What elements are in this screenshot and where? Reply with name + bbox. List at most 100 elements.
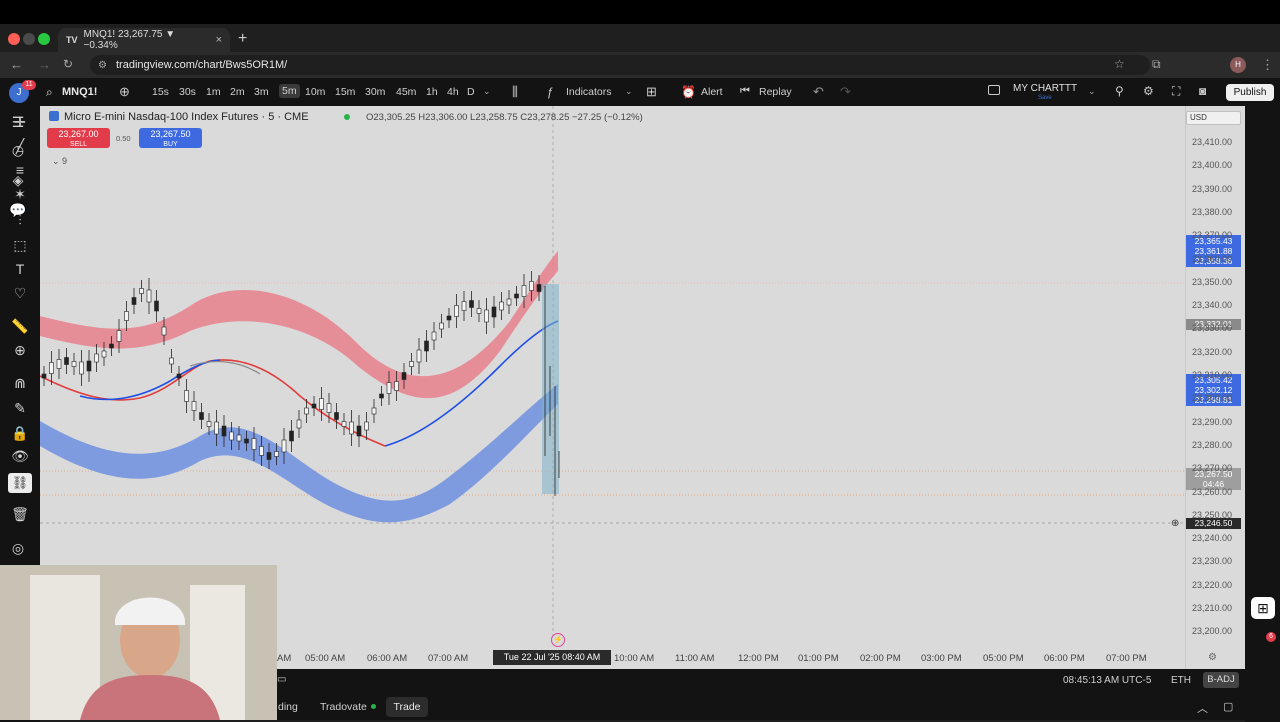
timeframe-5m[interactable]: 5m [279,84,300,98]
back-arrow-icon[interactable]: ← [10,57,23,72]
collapse-panel-icon[interactable]: ︿ [1197,700,1208,716]
timeframe-10m[interactable]: 10m [305,86,325,98]
currency-selector[interactable]: USD [1186,111,1241,125]
layout-icon[interactable] [988,85,1000,95]
close-tab-icon[interactable]: × [216,34,222,46]
profile-avatar[interactable]: H [1230,57,1246,73]
redo-icon[interactable]: ↷ [840,84,851,100]
price-axis-label: 23,210.00 [1192,603,1233,613]
price-axis-label: 23,320.00 [1192,346,1233,357]
screener-icon[interactable]: ◎ [8,540,28,558]
lower-band [40,384,558,523]
stay-drawing-icon[interactable]: ✎ [10,400,30,418]
maximize-panel-icon[interactable]: ▢ [1223,700,1233,713]
browser-tab[interactable]: TV MNQ1! 23,267.75 ▼ −0.34% × [58,28,230,52]
candle-body [364,421,369,431]
timeframe-15m[interactable]: 15m [335,86,355,98]
chat-icon[interactable]: 💬 [8,202,28,220]
sell-button[interactable]: 23,267.00 SELL [47,128,110,148]
hide-drawings-icon[interactable]: 👁 [10,448,30,466]
webcam-person-image [0,565,277,720]
indicators-button[interactable]: Indicators [566,86,612,98]
quick-search-icon[interactable]: ⚲ [1115,84,1124,98]
trash-icon[interactable]: 🗑 [10,506,30,524]
timeframe-D[interactable]: D [467,86,475,98]
magnet-tool-icon[interactable]: ⋒ [10,375,30,393]
tab-tradovate[interactable]: Tradovate [320,701,367,713]
candle-body [206,421,212,427]
add-alert-plus-icon[interactable]: ⊕ [1171,518,1179,529]
tab-trading[interactable]: ding [278,701,298,713]
layout-name[interactable]: MY CHARTTT [1013,83,1077,94]
object-tree-icon[interactable]: ◈ [8,172,28,190]
candle-body [251,438,257,450]
indicator-count[interactable]: 9 [62,156,67,166]
candle-body [386,382,392,394]
text-tool-icon[interactable]: T [10,261,30,279]
layout-grid-icon[interactable]: ⊞ [646,84,657,100]
bar-type-icon[interactable]: ⫼ [512,84,518,100]
indicators-dropdown-icon[interactable]: ⌄ [625,86,633,97]
snapshot-camera-icon[interactable]: ◙ [1199,84,1206,98]
icons-tool-icon[interactable]: ♡ [10,285,30,303]
browser-menu-icon[interactable]: ⋮ [1261,57,1274,73]
new-tab-button[interactable]: + [238,30,247,48]
address-bar[interactable]: ⚙ tradingview.com/chart/Bws5OR1M/ [90,55,1150,75]
back-adjust-toggle[interactable]: B-ADJ [1203,672,1239,688]
candle-body [506,298,512,306]
watchlist-icon[interactable]: ☰ [8,114,28,132]
time-axis-settings-icon[interactable]: ⚙ [1208,652,1217,663]
undo-icon[interactable]: ↶ [813,84,824,100]
layout-dropdown-icon[interactable]: ⌄ [1088,86,1096,97]
timeframe-2m[interactable]: 2m [230,86,245,98]
alert-button[interactable]: Alert [701,86,723,98]
timeframe-45m[interactable]: 45m [396,86,416,98]
search-icon[interactable]: ⌕ [46,85,53,100]
alerts-clock-icon[interactable]: ◷ [8,142,28,160]
sync-drawings-icon[interactable]: ⛓ [8,473,32,493]
candle-body [311,403,317,409]
economic-event-icon[interactable]: ⚡ [551,633,565,647]
candle-body [289,430,294,442]
indicator-collapse-icon[interactable]: ⌄ [52,156,60,167]
publish-button[interactable]: Publish [1226,84,1274,101]
timeframe-3m[interactable]: 3m [254,86,269,98]
buy-button[interactable]: 23,267.50 BUY [139,128,202,148]
minimize-window-button[interactable] [23,33,35,45]
reload-icon[interactable]: ↻ [63,57,73,71]
timeframe-15s[interactable]: 15s [152,86,169,98]
candle-body [266,452,272,460]
bookmark-star-icon[interactable]: ☆ [1114,57,1125,71]
replay-button[interactable]: Replay [759,86,792,98]
calendar-icon[interactable]: ▭ [277,674,286,685]
maximize-window-button[interactable] [38,33,50,45]
timeframe-1m[interactable]: 1m [206,86,221,98]
apps-grid-icon[interactable]: ⊞ [1251,597,1275,619]
timeframe-4h[interactable]: 4h [447,86,459,98]
trade-button[interactable]: Trade [386,697,428,717]
shapes-tool-icon[interactable]: ⬚ [10,237,30,255]
close-window-button[interactable] [8,33,20,45]
timeframe-30s[interactable]: 30s [179,86,196,98]
lock-drawings-icon[interactable]: 🔒 [10,425,30,443]
chart-symbol-title[interactable]: Micro E-mini Nasdaq-100 Index Futures · … [64,111,309,123]
clock-time[interactable]: 08:45:13 AM UTC-5 [1063,675,1151,686]
symbol-search[interactable]: MNQ1! [62,86,97,98]
alert-clock-icon: ⏰ [681,85,696,99]
candle-body [529,281,534,291]
forward-arrow-icon[interactable]: → [38,57,51,72]
timeframe-30m[interactable]: 30m [365,86,385,98]
extensions-icon[interactable]: ⧉ [1152,57,1161,72]
candle-body [109,343,114,349]
settings-gear-icon[interactable]: ⚙ [1143,84,1154,98]
compare-symbol-icon[interactable]: ⊕ [119,84,130,100]
site-settings-icon[interactable]: ⚙ [98,60,107,71]
ruler-tool-icon[interactable]: 📏 [10,318,30,336]
session-toggle[interactable]: ETH [1171,675,1191,686]
timeframe-1h[interactable]: 1h [426,86,438,98]
candle-body [424,340,429,352]
timeframe-dropdown-icon[interactable]: ⌄ [483,86,491,97]
fullscreen-icon[interactable]: ⛶ [1172,84,1180,99]
time-axis-label: 01:00 PM [798,653,839,664]
zoom-tool-icon[interactable]: ⊕ [10,342,30,360]
